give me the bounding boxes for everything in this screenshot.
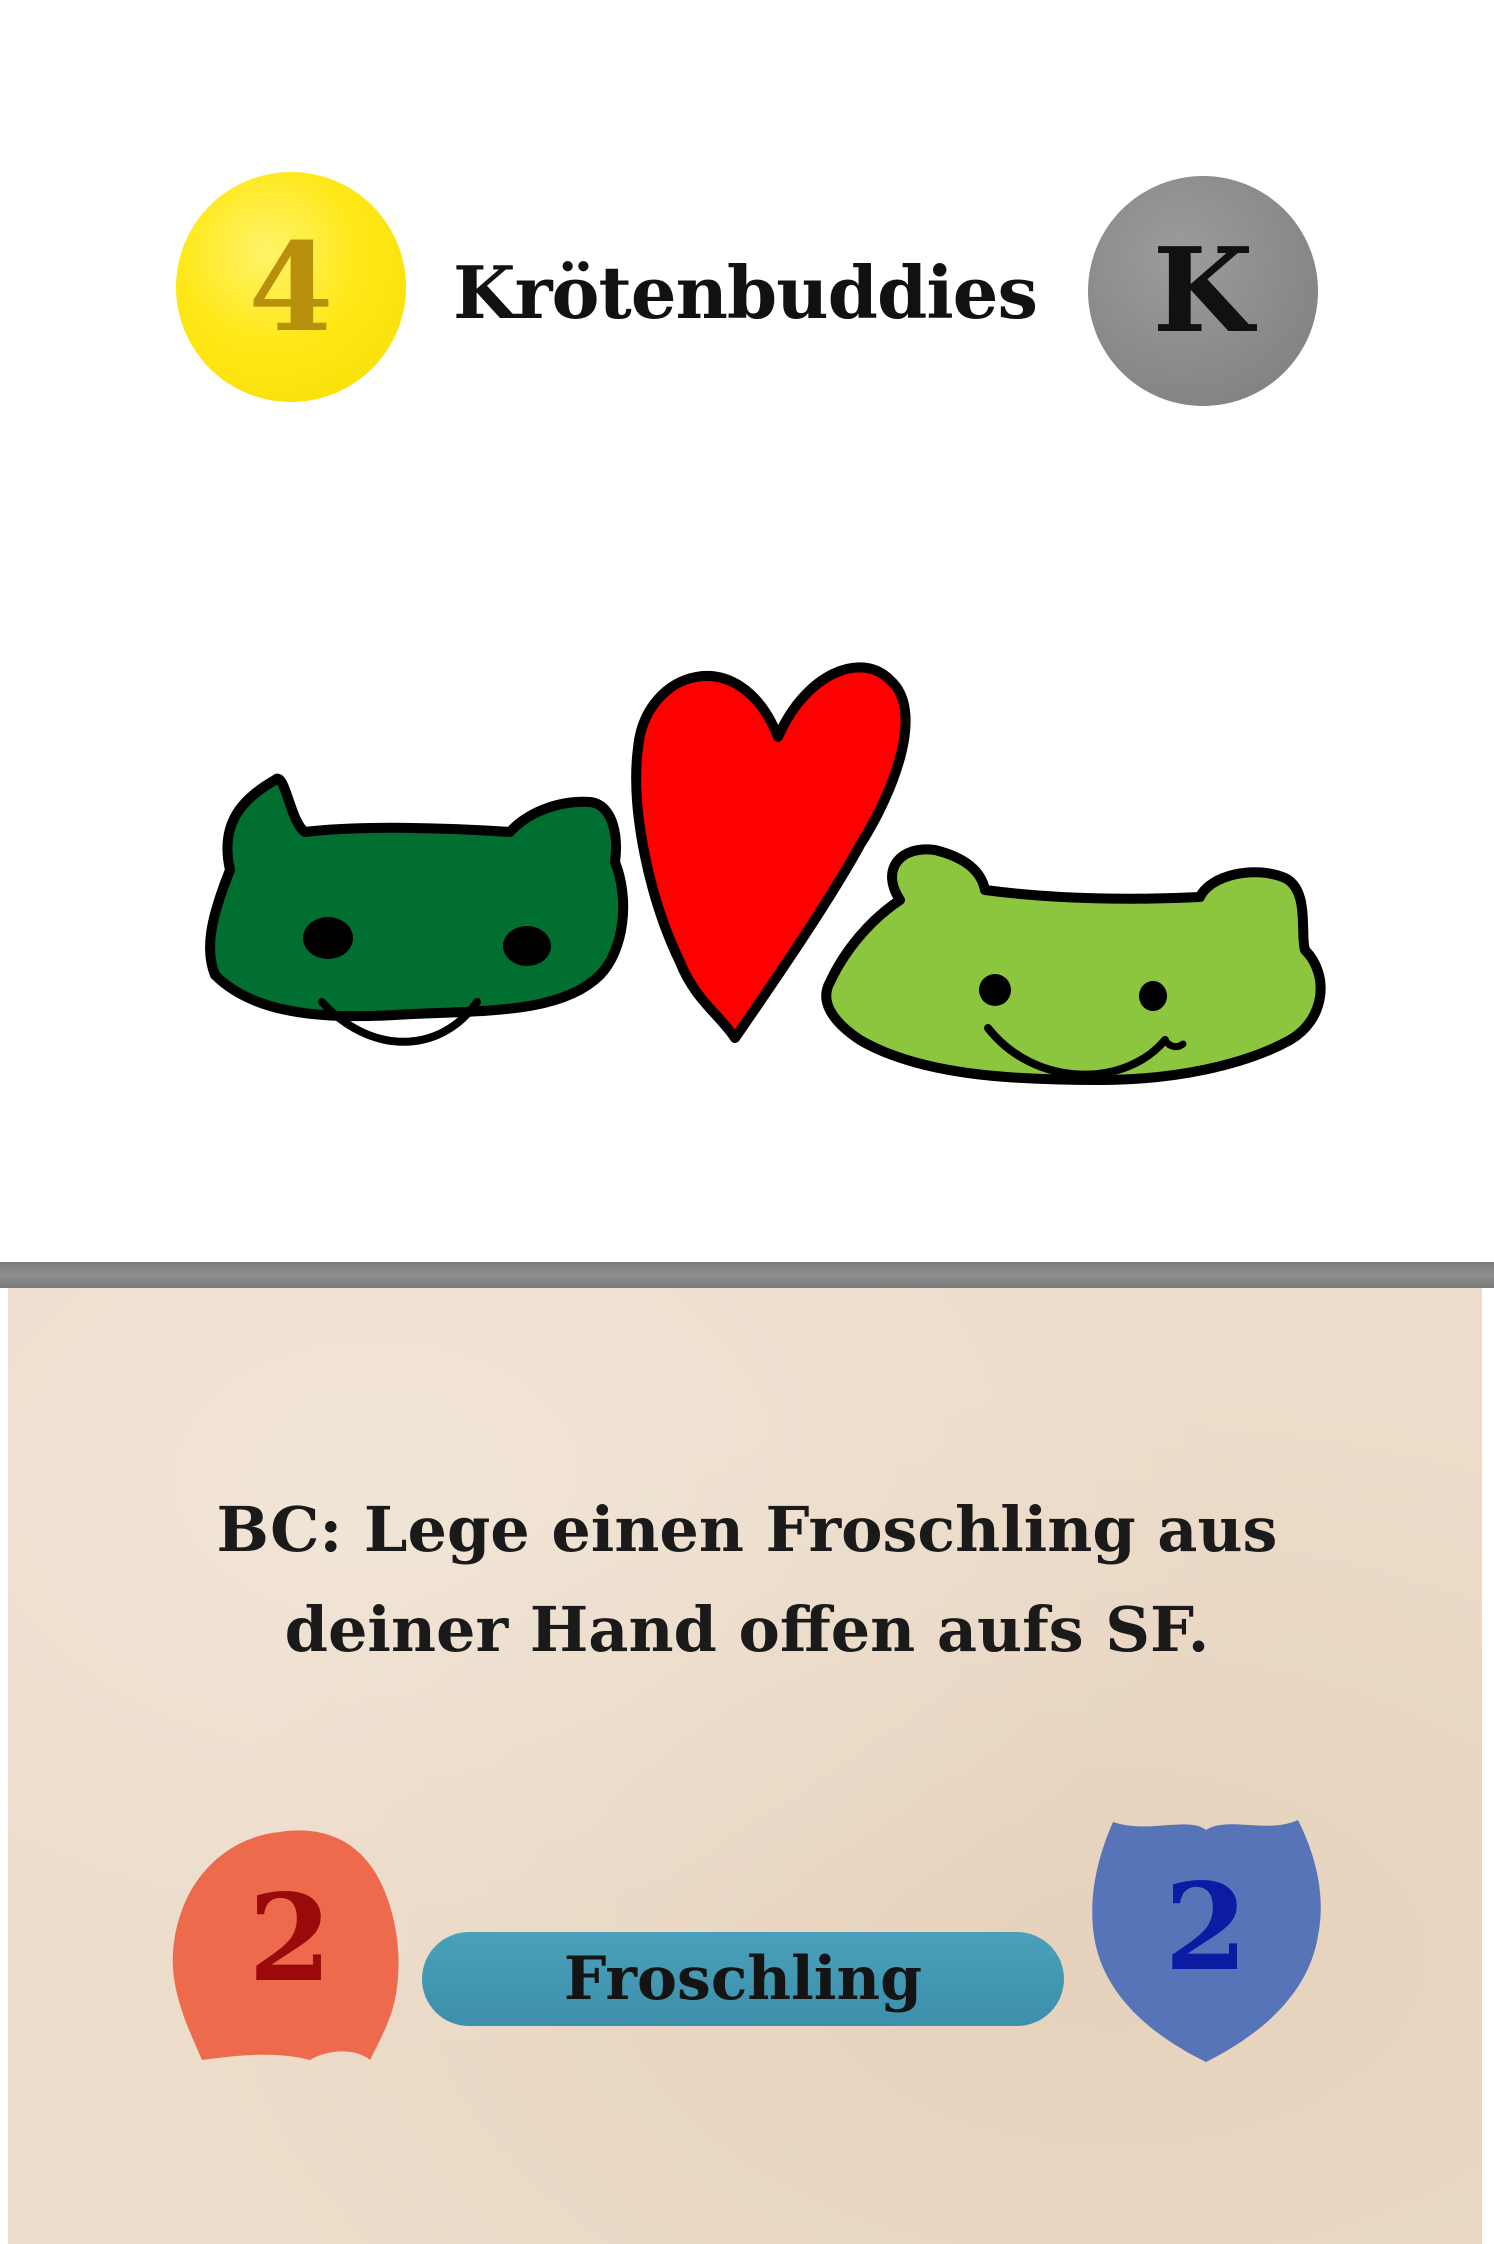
frog-dark-icon: [205, 773, 629, 1046]
ability-text: BC: Lege einen Froschling aus deiner Han…: [216, 1493, 1278, 1666]
defense-value: 2: [1164, 1857, 1248, 1998]
type-badge: K: [1088, 176, 1318, 406]
attack-value: 2: [248, 1868, 332, 2009]
section-divider: [0, 1262, 1494, 1288]
attack-badge: 2: [170, 1822, 410, 2062]
text-panel: [8, 1288, 1482, 2244]
cost-value: 4: [248, 215, 334, 359]
frog-light-icon: [821, 844, 1326, 1085]
card-title: Krötenbuddies: [452, 250, 1038, 335]
card-illustration: [205, 662, 1326, 1085]
cost-badge: 4: [176, 172, 406, 402]
defense-badge: 2: [1088, 1816, 1324, 2064]
type-value: K: [1152, 223, 1254, 359]
subtype-banner: Froschling: [422, 1932, 1064, 2026]
subtype-label: Froschling: [563, 1944, 923, 2014]
